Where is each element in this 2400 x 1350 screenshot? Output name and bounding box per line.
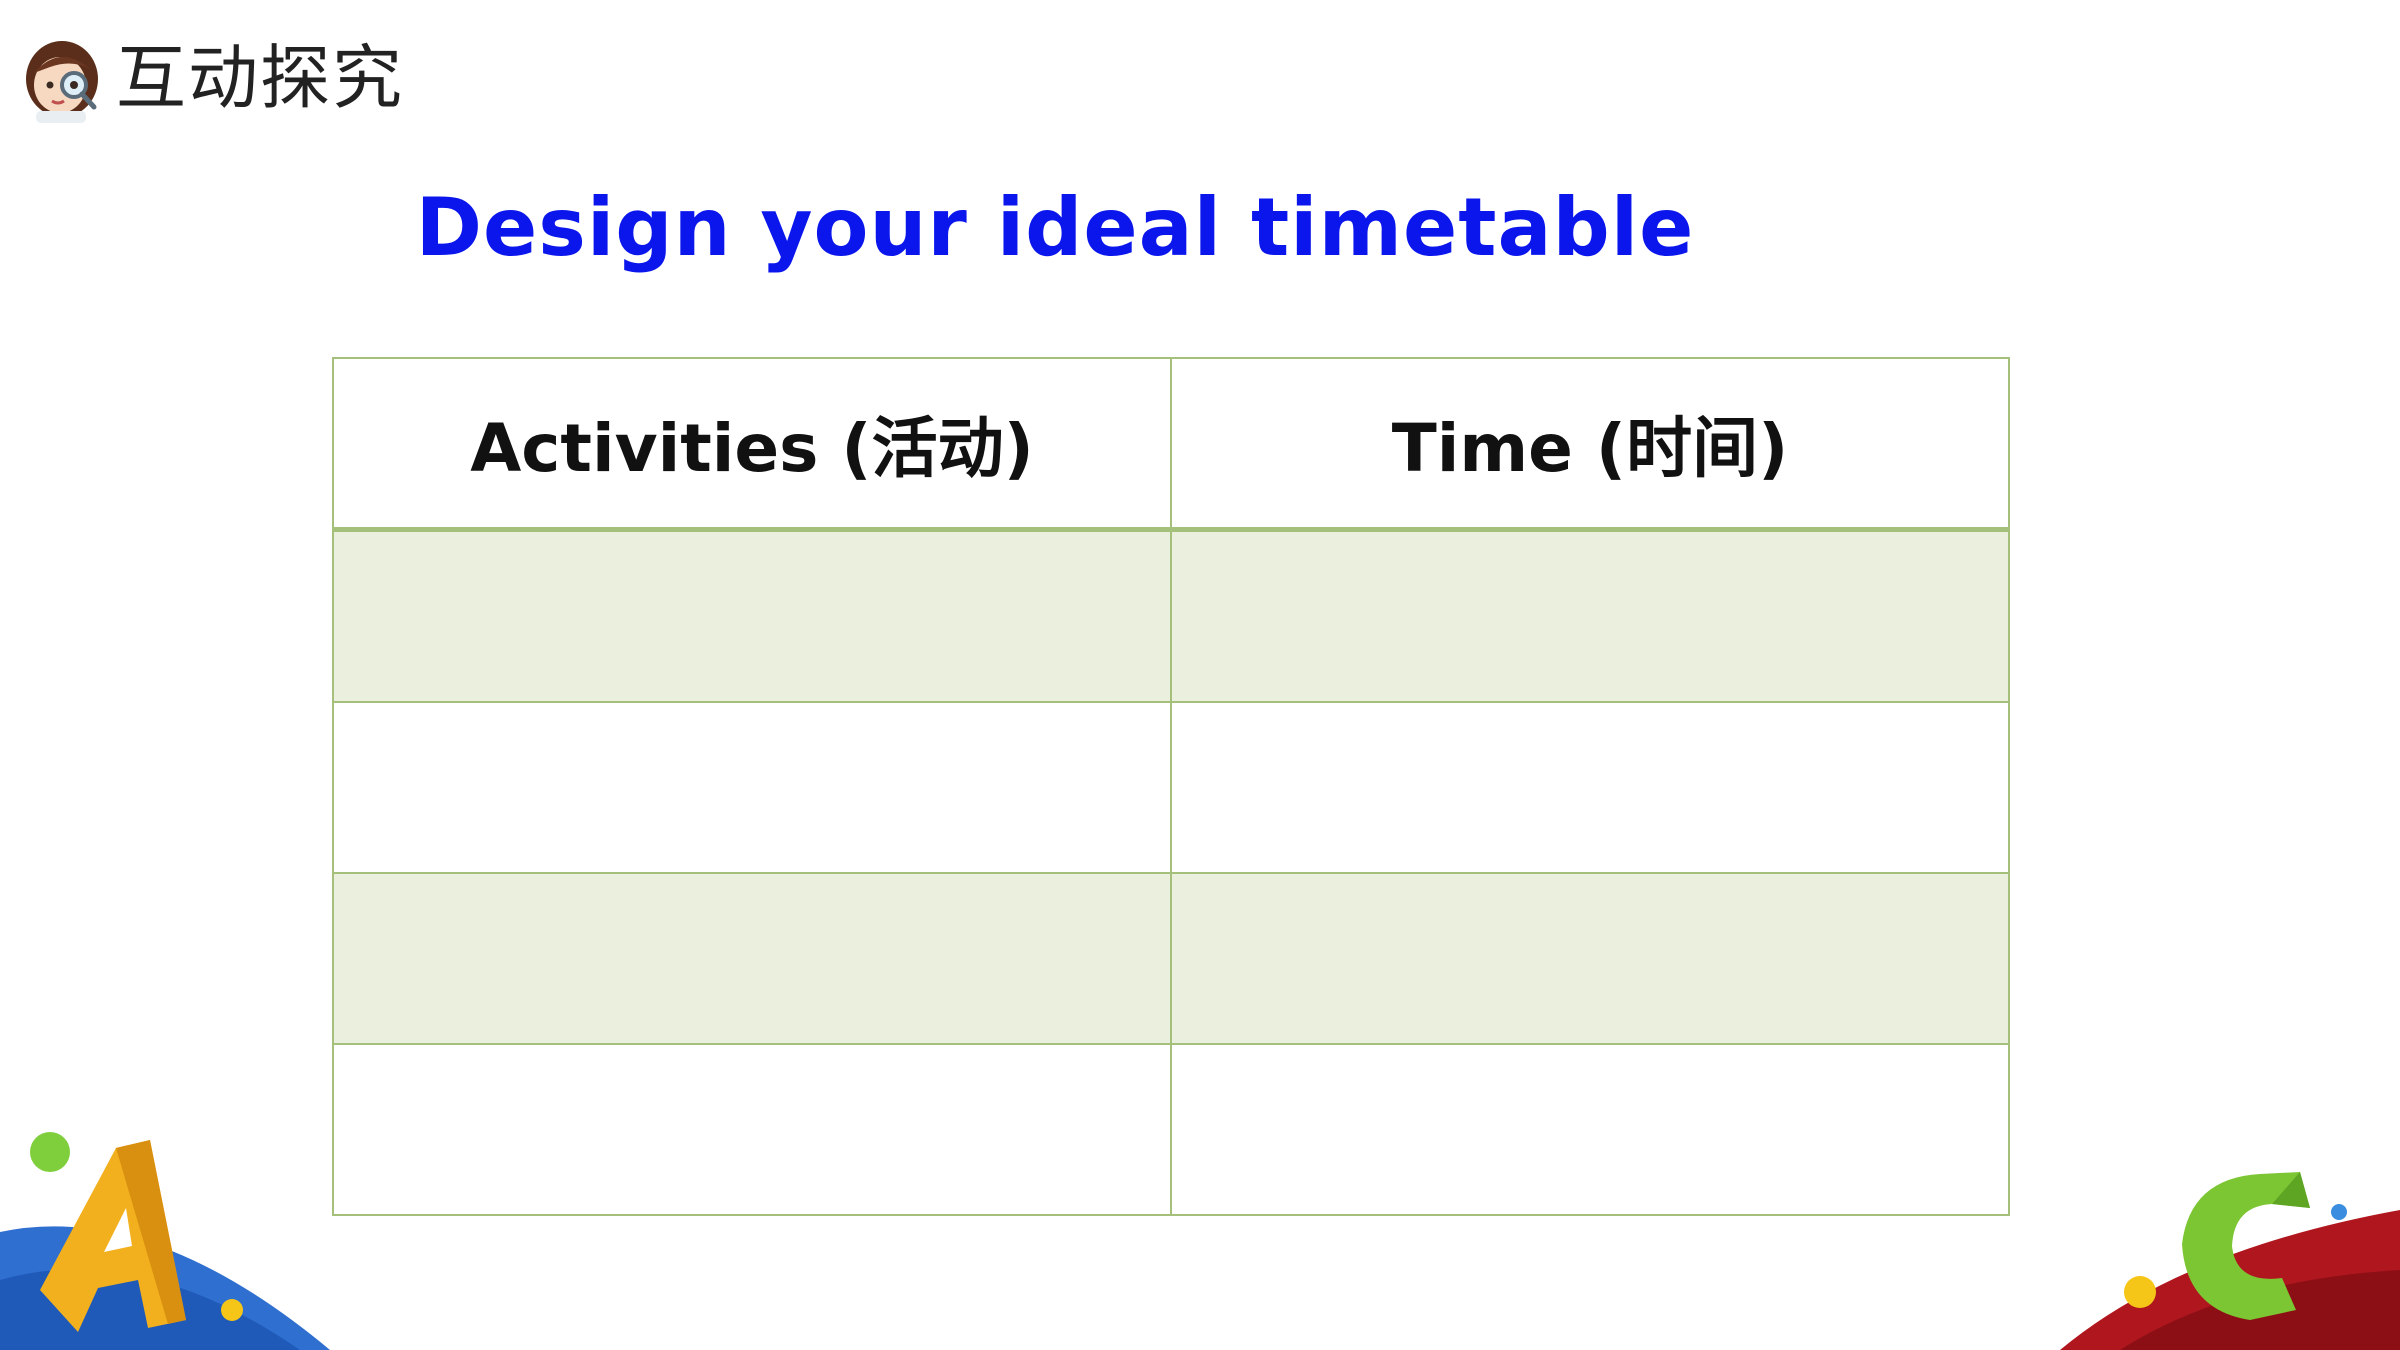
activity-cell[interactable]	[332, 872, 1172, 1045]
header: 互动探究	[20, 28, 404, 128]
activity-cell[interactable]	[332, 701, 1172, 874]
table-row	[332, 701, 2010, 874]
page-title: Design your ideal timetable	[415, 181, 1695, 274]
timetable: Activities (活动) Time (时间)	[332, 357, 2010, 1216]
column-header-time: Time (时间)	[1170, 357, 2010, 531]
time-cell[interactable]	[1170, 872, 2010, 1045]
girl-with-magnifier-icon	[26, 41, 98, 123]
table-header-row: Activities (活动) Time (时间)	[332, 357, 2010, 531]
table-row	[332, 872, 2010, 1045]
activity-cell[interactable]	[332, 1043, 1172, 1216]
activity-cell[interactable]	[332, 528, 1172, 703]
section-title: 互动探究	[116, 37, 404, 119]
time-cell[interactable]	[1170, 701, 2010, 874]
time-cell[interactable]	[1170, 1043, 2010, 1216]
letter-a-decoration	[0, 1132, 330, 1350]
time-cell[interactable]	[1170, 528, 2010, 703]
table-row	[332, 1043, 2010, 1216]
letter-c-decoration	[2060, 1172, 2400, 1350]
table-row	[332, 528, 2010, 703]
column-header-activities: Activities (活动)	[332, 357, 1172, 531]
